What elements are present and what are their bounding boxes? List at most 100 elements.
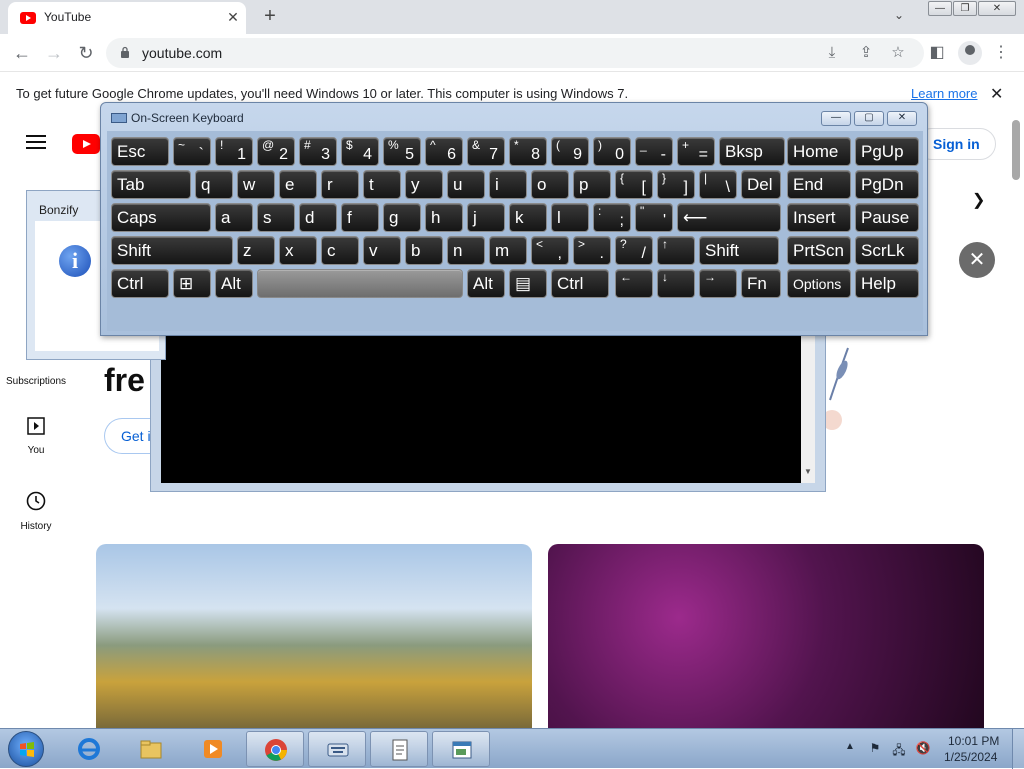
osk-key-k[interactable]: k <box>509 203 547 232</box>
tab-search-chevron-icon[interactable]: ⌄ <box>894 8 904 22</box>
osk-key-[interactable]: ~ ` <box>173 137 211 166</box>
learn-more-link[interactable]: Learn more <box>911 86 977 101</box>
osk-key-5[interactable]: % 5 <box>383 137 421 166</box>
profile-avatar-icon[interactable] <box>958 41 982 65</box>
taskbar-chrome[interactable] <box>246 731 304 767</box>
osk-key-r[interactable]: r <box>321 170 359 199</box>
osk-close-button[interactable]: ✕ <box>887 111 917 126</box>
taskbar-notepad[interactable] <box>370 731 428 767</box>
osk-key-p[interactable]: p <box>573 170 611 199</box>
tab-close-button[interactable]: ✕ <box>224 8 242 26</box>
osk-key-home[interactable]: Home <box>787 137 851 166</box>
url-text[interactable]: youtube.com <box>142 45 222 61</box>
osk-key-s[interactable]: s <box>257 203 295 232</box>
osk-key-9[interactable]: (9 <box>551 137 589 166</box>
sidebar-item-you[interactable]: You <box>0 416 72 456</box>
osk-key-options[interactable]: Options <box>787 269 851 298</box>
new-tab-button[interactable]: + <box>258 5 282 29</box>
osk-key-esc[interactable]: Esc <box>111 137 169 166</box>
restore-button[interactable]: ❐ <box>953 1 977 16</box>
osk-key-n[interactable]: n <box>447 236 485 265</box>
video-thumbnail[interactable] <box>96 544 532 728</box>
osk-key-6[interactable]: ^ 6 <box>425 137 463 166</box>
osk-key-pgup[interactable]: PgUp <box>855 137 919 166</box>
osk-key-alt[interactable]: Alt <box>467 269 505 298</box>
osk-key-alt[interactable]: Alt <box>215 269 253 298</box>
menu-kebab-icon[interactable]: ⋮ <box>990 42 1012 64</box>
scroll-down-arrow-icon[interactable]: ▼ <box>804 467 812 476</box>
osk-key-h[interactable]: h <box>425 203 463 232</box>
osk-maximize-button[interactable]: ▢ <box>854 111 884 126</box>
osk-key-i[interactable]: i <box>489 170 527 199</box>
osk-key-help[interactable]: Help <box>855 269 919 298</box>
osk-key-w[interactable]: w <box>237 170 275 199</box>
bookmark-star-icon[interactable]: ☆ <box>888 43 908 63</box>
show-desktop-button[interactable] <box>1012 729 1024 769</box>
install-app-icon[interactable]: ⤓ <box>822 43 842 63</box>
osk-key-[interactable]: ⟵ <box>677 203 781 232</box>
osk-key-[interactable]: ⊞ <box>173 269 211 298</box>
osk-key-shift[interactable]: Shift <box>699 236 779 265</box>
osk-key-0[interactable]: ) 0 <box>593 137 631 166</box>
osk-key-prtscn[interactable]: PrtScn <box>787 236 851 265</box>
osk-key-[interactable]: ? / <box>615 236 653 265</box>
osk-key-insert[interactable]: Insert <box>787 203 851 232</box>
osk-key-scrlk[interactable]: ScrLk <box>855 236 919 265</box>
osk-key-[interactable]: <, <box>531 236 569 265</box>
osk-key-o[interactable]: o <box>531 170 569 199</box>
osk-minimize-button[interactable]: — <box>821 111 851 126</box>
osk-key-end[interactable]: End <box>787 170 851 199</box>
sidebar-item-subscriptions[interactable]: Subscriptions <box>0 370 72 387</box>
osk-key-[interactable]: ↓ <box>657 269 695 298</box>
taskbar-explorer[interactable] <box>122 731 180 767</box>
osk-key-[interactable]: {[ <box>615 170 653 199</box>
osk-key-[interactable]: ▤ <box>509 269 547 298</box>
osk-key-a[interactable]: a <box>215 203 253 232</box>
clock-time[interactable]: 10:01 PM <box>948 734 999 748</box>
share-icon[interactable]: ⇪ <box>856 43 876 63</box>
osk-key-[interactable]: + = <box>677 137 715 166</box>
osk-key-[interactable]: | \ <box>699 170 737 199</box>
sign-in-button[interactable]: Sign in <box>916 128 996 160</box>
osk-key-2[interactable]: @2 <box>257 137 295 166</box>
youtube-logo[interactable] <box>72 134 100 154</box>
osk-key-fn[interactable]: Fn <box>741 269 781 298</box>
video-thumbnail[interactable] <box>548 544 984 728</box>
taskbar-media-player[interactable] <box>184 731 242 767</box>
osk-key-4[interactable]: $4 <box>341 137 379 166</box>
osk-key-1[interactable]: ! 1 <box>215 137 253 166</box>
action-center-icon[interactable]: ⚑ <box>867 741 883 757</box>
osk-key-l[interactable]: l <box>551 203 589 232</box>
close-window-button[interactable]: ✕ <box>978 1 1016 16</box>
osk-key-3[interactable]: #3 <box>299 137 337 166</box>
tab-youtube[interactable]: YouTube ✕ <box>8 2 246 34</box>
osk-key-pgdn[interactable]: PgDn <box>855 170 919 199</box>
video-window-scrollbar[interactable]: ▼ <box>801 335 815 483</box>
address-bar[interactable]: youtube.com ⤓ ⇪ ☆ <box>106 38 924 68</box>
osk-key-m[interactable]: m <box>489 236 527 265</box>
osk-key-[interactable]: >. <box>573 236 611 265</box>
osk-key-j[interactable]: j <box>467 203 505 232</box>
osk-key-[interactable]: ← <box>615 269 653 298</box>
osk-key-v[interactable]: v <box>363 236 401 265</box>
osk-key-8[interactable]: * 8 <box>509 137 547 166</box>
osk-key-[interactable]: → <box>699 269 737 298</box>
network-icon[interactable]: 🖧 <box>891 741 907 757</box>
osk-key-[interactable]: ↑ <box>657 236 695 265</box>
back-arrow-icon[interactable]: ← <box>10 41 34 65</box>
osk-key-g[interactable]: g <box>383 203 421 232</box>
side-panel-icon[interactable]: ◧ <box>926 42 948 64</box>
osk-key-d[interactable]: d <box>299 203 337 232</box>
osk-key-[interactable]: _ - <box>635 137 673 166</box>
osk-key-c[interactable]: c <box>321 236 359 265</box>
osk-key-7[interactable]: & 7 <box>467 137 505 166</box>
osk-key-tab[interactable]: Tab <box>111 170 191 199</box>
chevron-right-icon[interactable]: ❯ <box>972 190 985 210</box>
osk-key-f[interactable]: f <box>341 203 379 232</box>
osk-key-ctrl[interactable]: Ctrl <box>111 269 169 298</box>
osk-key-[interactable]: " ' <box>635 203 673 232</box>
taskbar-ie[interactable] <box>60 731 118 767</box>
osk-key-pause[interactable]: Pause <box>855 203 919 232</box>
lock-icon[interactable] <box>120 46 130 58</box>
osk-key-q[interactable]: q <box>195 170 233 199</box>
